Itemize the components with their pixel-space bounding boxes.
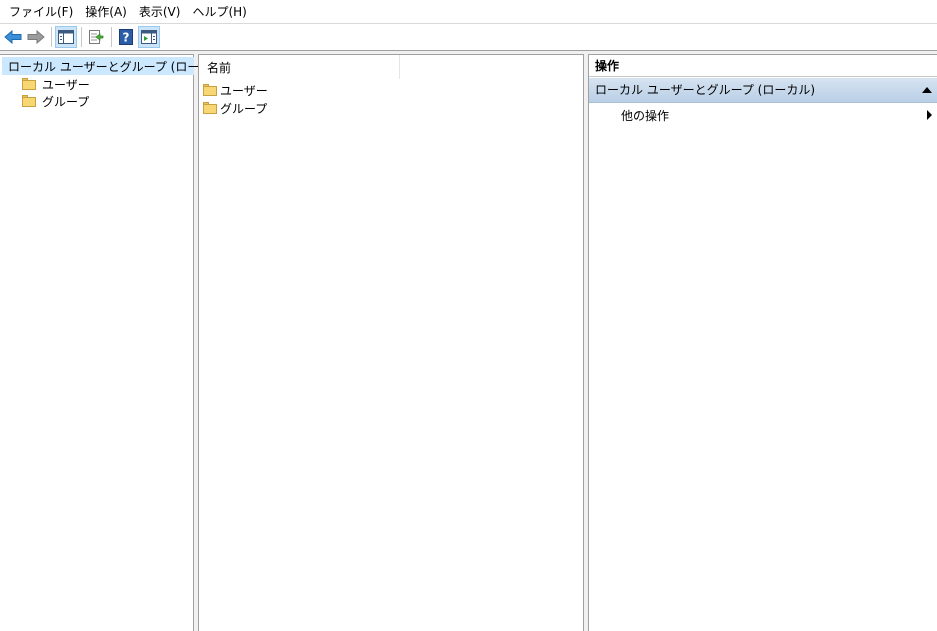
- actions-section-header[interactable]: ローカル ユーザーとグループ (ローカル): [589, 78, 937, 103]
- tree-item-label: ユーザー: [42, 77, 90, 92]
- more-actions-label: 他の操作: [621, 108, 670, 123]
- svg-text:?: ?: [123, 31, 130, 45]
- export-list-icon: [89, 30, 104, 44]
- result-list-pane: 名前 ユーザー グループ: [198, 54, 584, 631]
- help-button[interactable]: ?: [115, 26, 137, 48]
- submenu-arrow-icon: [927, 110, 932, 120]
- back-button[interactable]: [2, 26, 24, 48]
- toolbar-separator: [81, 27, 82, 47]
- folder-icon: [22, 78, 36, 90]
- show-hide-console-tree-icon: [58, 30, 74, 44]
- actions-pane-title: 操作: [589, 55, 937, 77]
- more-actions-item[interactable]: 他の操作: [589, 105, 937, 125]
- list-item-label: ユーザー: [220, 83, 268, 98]
- column-header-name[interactable]: 名前: [199, 55, 400, 79]
- tree-item-label: グループ: [42, 94, 90, 109]
- show-hide-action-pane-icon: [141, 30, 157, 44]
- collapse-arrow-icon[interactable]: [922, 87, 932, 93]
- toolbar-separator: [51, 27, 52, 47]
- actions-section-label: ローカル ユーザーとグループ (ローカル): [595, 82, 816, 97]
- folder-icon: [203, 84, 217, 96]
- folder-icon: [22, 95, 36, 107]
- menu-file[interactable]: ファイル(F): [4, 1, 78, 23]
- toolbar-separator: [111, 27, 112, 47]
- menu-view[interactable]: 表示(V): [134, 1, 186, 23]
- list-item-label: グループ: [220, 101, 268, 116]
- export-list-button[interactable]: [85, 26, 107, 48]
- folder-icon: [203, 102, 217, 114]
- show-hide-console-tree-button[interactable]: [55, 26, 77, 48]
- toolbar: ?: [0, 24, 937, 51]
- list-item-users[interactable]: ユーザー: [203, 81, 268, 99]
- tree-item-groups[interactable]: グループ: [22, 92, 89, 110]
- menu-action[interactable]: 操作(A): [80, 1, 132, 23]
- menu-bar: ファイル(F) 操作(A) 表示(V) ヘルプ(H): [0, 0, 937, 24]
- tree-item-users[interactable]: ユーザー: [22, 75, 90, 93]
- forward-button[interactable]: [25, 26, 47, 48]
- help-icon: ?: [119, 29, 133, 45]
- menu-help[interactable]: ヘルプ(H): [187, 1, 251, 23]
- tree-item-root[interactable]: ローカル ユーザーとグループ (ローカル): [2, 57, 228, 75]
- actions-pane: 操作 ローカル ユーザーとグループ (ローカル) 他の操作: [588, 54, 937, 631]
- back-arrow-icon: [4, 30, 22, 44]
- list-item-groups[interactable]: グループ: [203, 99, 267, 117]
- show-hide-action-pane-button[interactable]: [138, 26, 160, 48]
- forward-arrow-icon: [27, 30, 45, 44]
- tree-root-label: ローカル ユーザーとグループ (ローカル): [8, 59, 229, 74]
- console-tree-pane: ローカル ユーザーとグループ (ローカル) ユーザー グループ: [0, 54, 228, 631]
